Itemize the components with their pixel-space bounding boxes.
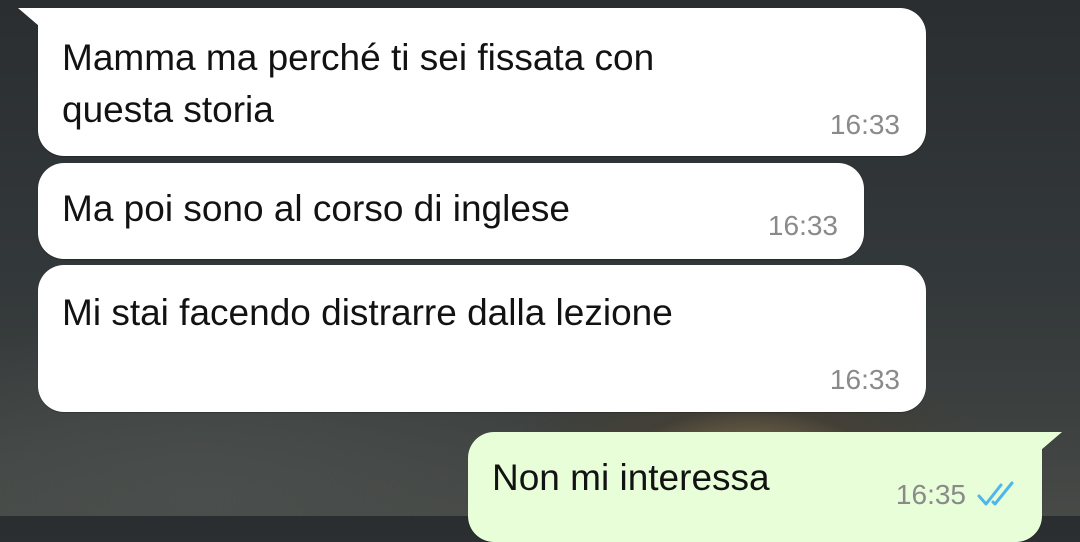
incoming-message-bubble[interactable]: Mamma ma perché ti sei fissata con quest…	[18, 8, 926, 156]
message-timestamp: 16:35	[895, 479, 966, 510]
message-text: Mamma ma perché ti sei fissata con quest…	[62, 37, 655, 130]
message-text: Mi stai facendo distrarre dalla lezione	[62, 292, 673, 333]
message-text: Ma poi sono al corso di inglese	[62, 188, 571, 229]
double-check-icon	[977, 481, 1014, 506]
chat-message-list[interactable]: Mamma ma perché ti sei fissata con quest…	[0, 0, 1080, 542]
incoming-message-bubble[interactable]: Ma poi sono al corso di inglese 16:33	[38, 163, 864, 259]
message-timestamp: 16:33	[829, 364, 900, 395]
bubble-tail	[1034, 432, 1062, 456]
incoming-message-bubble[interactable]: Mi stai facendo distrarre dalla lezione …	[38, 265, 926, 412]
message-timestamp: 16:33	[829, 109, 900, 140]
message-timestamp: 16:33	[767, 210, 838, 241]
bubble-tail	[18, 8, 46, 32]
message-text: Non mi interessa	[492, 457, 770, 498]
outgoing-message-bubble[interactable]: Non mi interessa 16:35	[468, 432, 1062, 542]
